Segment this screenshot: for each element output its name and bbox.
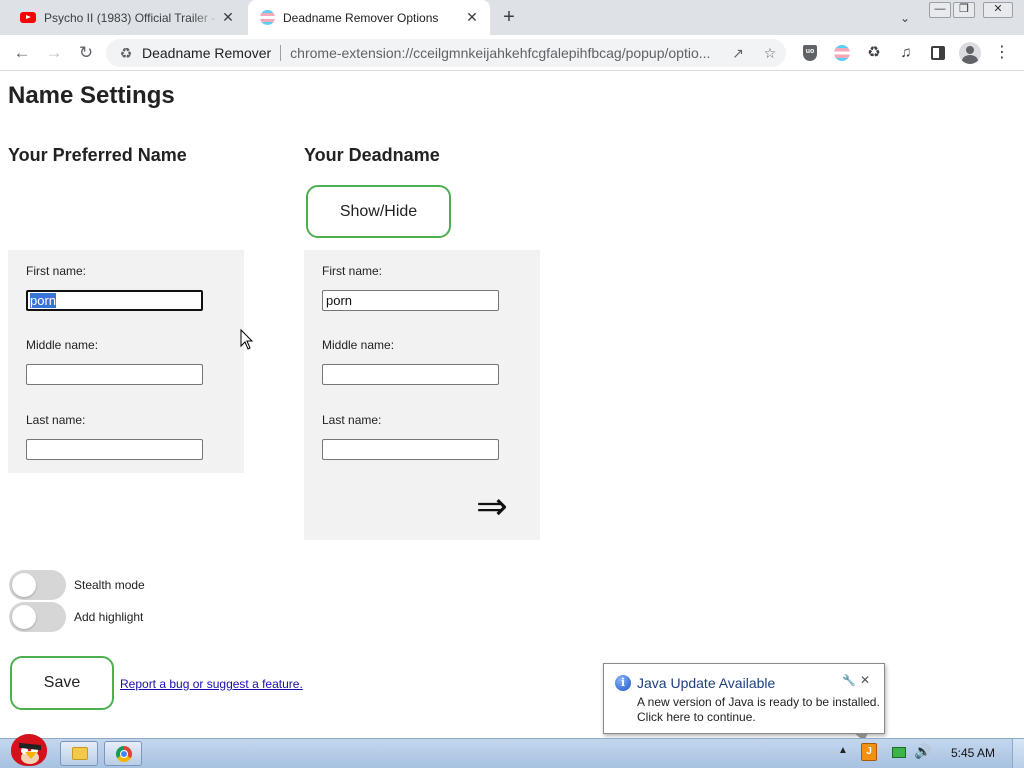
page-title: Name Settings [8,82,175,109]
forward-arrow-icon[interactable]: → [42,41,66,65]
close-notification-icon[interactable]: ✕ [860,673,870,687]
extension-puzzle-icon: ♻ [119,44,133,61]
reload-icon[interactable]: ↻ [74,41,98,65]
new-tab-button[interactable]: + [498,6,520,28]
windows-taskbar: ▲ J 🔊 5:45 AM [0,734,1024,768]
deadname-remover-extension-icon[interactable] [832,43,852,63]
tab-title: Deadname Remover Options [283,10,439,25]
add-highlight-toggle[interactable] [9,602,66,632]
deadname-middle-name-label: Middle name: [322,338,395,352]
minimize-button[interactable]: — [929,2,951,18]
preferred-name-panel: First name: porn Middle name: Last name: [8,250,244,473]
preferred-middle-name-input[interactable] [26,364,203,385]
side-panel-icon[interactable] [928,43,948,63]
notification-line-1: A new version of Java is ready to be ins… [637,695,880,709]
close-window-button[interactable]: ✕ [983,2,1013,18]
options-page: Name Settings Your Preferred Name Your D… [0,72,1024,738]
url-text[interactable]: chrome-extension://cceilgmnkeijahkehfcgf… [290,45,726,61]
notification-line-2: Click here to continue. [637,710,756,724]
volume-icon[interactable]: 🔊 [914,743,931,760]
close-tab-icon[interactable]: ✕ [220,9,236,25]
stealth-mode-toggle[interactable] [9,570,66,600]
tab-title: Psycho II (1983) Official Trailer - Ji [44,10,219,25]
selected-text: porn [30,293,57,308]
save-button[interactable]: Save [10,656,114,710]
notification-body[interactable]: A new version of Java is ready to be ins… [637,695,880,725]
preferred-first-name-label: First name: [26,264,87,278]
back-arrow-icon[interactable]: ← [10,41,34,65]
double-arrow-icon[interactable]: ⇒ [476,486,508,526]
tab-youtube[interactable]: Psycho II (1983) Official Trailer - Ji ✕ [8,0,246,35]
close-tab-icon[interactable]: ✕ [464,9,480,25]
tab-search-chevron-icon[interactable]: ⌄ [895,8,915,28]
start-button-angry-bird-icon[interactable] [3,731,53,768]
profile-avatar-icon[interactable] [959,42,981,64]
ublock-icon[interactable]: uo [800,43,820,63]
stealth-mode-row: Stealth mode [9,570,145,600]
deadname-middle-name-input[interactable] [322,364,499,385]
deadname-heading: Your Deadname [304,145,440,165]
java-tray-icon[interactable]: J [861,743,877,761]
kebab-menu-icon[interactable]: ⋮ [992,43,1012,63]
taskbar-explorer-button[interactable] [60,741,98,766]
report-bug-link[interactable]: Report a bug or suggest a feature. [120,677,303,691]
deadname-last-name-input[interactable] [322,439,499,460]
tab-deadname-remover-options[interactable]: Deadname Remover Options ✕ [248,0,490,35]
deadname-last-name-label: Last name: [322,413,382,427]
share-icon[interactable]: ↗ [728,43,748,63]
deadname-panel: First name: Middle name: Last name: ⇒ [304,250,540,540]
info-icon: i [615,675,631,691]
folder-icon [72,747,88,760]
preferred-first-name-input[interactable]: porn [26,290,203,311]
network-icon[interactable] [892,747,906,758]
show-hidden-icons-icon[interactable]: ▲ [838,745,848,756]
deadname-first-name-input[interactable] [322,290,499,311]
browser-toolbar: ← → ↻ ♻ Deadname Remover chrome-extensio… [0,35,1024,71]
preferred-last-name-label: Last name: [26,413,86,427]
show-desktop-button[interactable] [1012,739,1024,768]
tab-strip: Psycho II (1983) Official Trailer - Ji ✕… [0,0,1024,35]
chrome-icon [116,746,132,762]
show-hide-button[interactable]: Show/Hide [306,185,451,238]
bookmark-star-icon[interactable]: ☆ [760,43,780,63]
site-name-chip: Deadname Remover [142,45,272,61]
preferred-last-name-input[interactable] [26,439,203,460]
stealth-mode-label: Stealth mode [74,578,145,592]
notification-title: Java Update Available [637,675,776,691]
java-update-notification[interactable]: i Java Update Available 🔧 ✕ A new versio… [603,663,885,734]
trans-flag-icon [260,10,275,25]
media-controls-icon[interactable]: ♫ [896,43,916,63]
restore-button[interactable]: ❐ [953,2,975,18]
wrench-options-icon[interactable]: 🔧 [842,674,856,687]
system-clock[interactable]: 5:45 AM [940,746,1006,760]
add-highlight-row: Add highlight [9,602,143,632]
extensions-puzzle-icon[interactable]: ♻ [864,43,884,63]
address-bar[interactable]: ♻ Deadname Remover chrome-extension://cc… [106,39,786,67]
taskbar-chrome-button[interactable] [104,741,142,766]
youtube-icon [20,12,36,23]
add-highlight-label: Add highlight [74,610,144,624]
mouse-cursor-icon [240,329,254,350]
deadname-first-name-label: First name: [322,264,383,278]
preferred-name-heading: Your Preferred Name [8,145,187,165]
divider [280,45,282,61]
preferred-middle-name-label: Middle name: [26,338,99,352]
